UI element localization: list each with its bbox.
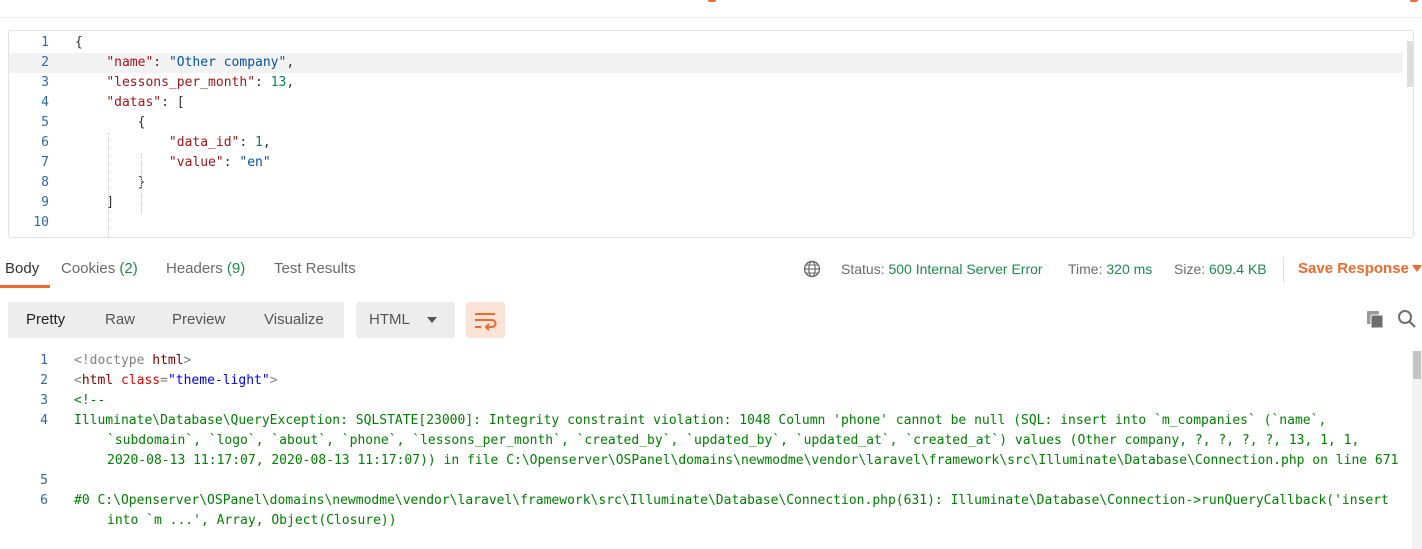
line-text: <!doctype html> [74, 353, 192, 368]
line-number: 9 [41, 195, 49, 210]
format-select-value: HTML [369, 311, 410, 328]
line-text: "lessons_per_month": 13, [106, 75, 295, 90]
request-line: 5 { [9, 113, 1403, 133]
line-number: 5 [41, 115, 49, 130]
tab-headers-label: Headers [166, 260, 223, 277]
line-text: "value": "en" [168, 155, 271, 170]
wrap-lines-icon [475, 313, 497, 331]
view-raw-button[interactable]: Raw [105, 302, 135, 338]
top-fragment-mark-right [1410, 0, 1418, 2]
editor-scrollbar[interactable] [1407, 41, 1413, 87]
request-line: 1{ [9, 33, 1403, 53]
view-visualize-button[interactable]: Visualize [264, 302, 324, 338]
response-scrollbar[interactable] [1412, 351, 1422, 549]
response-line: 6 #0 C:\Openserver\OSPanel\domains\newmod… [0, 491, 1410, 531]
line-number: 8 [41, 175, 49, 190]
tab-body[interactable]: Body [5, 250, 39, 288]
tab-cookies[interactable]: Cookies (2) [61, 250, 138, 288]
view-preview-button[interactable]: Preview [172, 302, 225, 338]
top-strip [0, 0, 1422, 18]
active-tab-indicator [0, 285, 50, 288]
request-line: 8 } [9, 173, 1403, 193]
line-text: "data_id": 1, [168, 135, 271, 150]
response-body-viewer[interactable]: 1 <!doctype html> 2 <html class="theme-ligh… [0, 351, 1410, 549]
tab-body-label: Body [5, 260, 40, 277]
line-number: 2 [40, 373, 48, 388]
tab-headers-count: (9) [226, 260, 246, 277]
line-number: 4 [41, 95, 49, 110]
line-text: { [75, 35, 83, 50]
response-line: 1 <!doctype html> [0, 351, 1410, 371]
chevron-down-icon [427, 317, 437, 323]
search-icon[interactable] [1397, 309, 1417, 329]
request-line: 10 [9, 213, 1403, 233]
line-number: 3 [41, 75, 49, 90]
globe-icon[interactable] [803, 260, 821, 278]
time-value: 320 ms [1106, 261, 1153, 277]
tab-headers[interactable]: Headers (9) [166, 250, 245, 288]
indent-guide [141, 153, 142, 213]
indent-guide [108, 133, 109, 237]
line-text: "name": "Other company", [106, 55, 295, 70]
tab-test-results-label: Test Results [274, 260, 356, 277]
view-pretty-button[interactable]: Pretty [26, 302, 65, 338]
line-number: 5 [40, 473, 48, 488]
line-number: 1 [41, 35, 49, 50]
line-number: 2 [41, 55, 49, 70]
request-code-lines: 1{2 "name": "Other company", 3 "lessons_p… [9, 33, 1403, 233]
top-fragment-mark [708, 0, 716, 2]
line-number: 6 [41, 135, 49, 150]
save-response-dropdown-icon[interactable] [1412, 265, 1422, 272]
request-line: 7 "value": "en" [9, 153, 1403, 173]
request-body-editor[interactable]: 1{2 "name": "Other company", 3 "lessons_p… [8, 30, 1414, 238]
copy-icon[interactable] [1365, 309, 1385, 329]
line-text: Illuminate\Database\QueryException: SQLS… [74, 413, 1399, 468]
request-line: 2 "name": "Other company", [9, 53, 1403, 73]
line-text: #0 C:\Openserver\OSPanel\domains\newmodm… [74, 493, 1397, 528]
response-line: 2 <html class="theme-light"> [0, 371, 1410, 391]
response-line: 4 Illuminate\Database\QueryException: SQL… [0, 411, 1410, 471]
time-indicator[interactable]: Time: 320 ms [1068, 258, 1152, 280]
format-select[interactable]: HTML [356, 302, 455, 338]
line-text: { [75, 115, 146, 130]
line-number: 6 [40, 493, 48, 508]
time-label: Time: [1068, 261, 1103, 277]
view-mode-selector: Pretty Raw Preview Visualize [8, 302, 344, 338]
status-indicator[interactable]: Status: 500 Internal Server Error [841, 258, 1043, 280]
request-line: 3 "lessons_per_month": 13, [9, 73, 1403, 93]
line-text: <!-- [74, 393, 106, 408]
tab-cookies-label: Cookies [61, 260, 116, 277]
line-number: 7 [41, 155, 49, 170]
divider [1283, 257, 1284, 283]
status-label: Status: [841, 261, 885, 277]
status-value: 500 Internal Server Error [888, 261, 1043, 277]
wrap-lines-button[interactable] [466, 302, 505, 338]
request-line: 9 ] [9, 193, 1403, 213]
request-line: 4 "datas": [ [9, 93, 1403, 113]
save-response-button[interactable]: Save Response [1298, 258, 1409, 280]
scrollbar-thumb[interactable] [1413, 351, 1421, 379]
line-text: } [75, 175, 146, 190]
line-number: 10 [33, 215, 49, 230]
tab-cookies-count: (2) [119, 260, 138, 277]
line-text: <html class="theme-light"> [74, 373, 278, 388]
response-line: 3 <!-- [0, 391, 1410, 411]
size-indicator[interactable]: Size: 609.4 KB [1174, 258, 1267, 280]
line-number: 3 [40, 393, 48, 408]
response-line: 5 [0, 471, 1410, 491]
line-text: "datas": [ [106, 95, 185, 110]
size-label: Size: [1174, 261, 1206, 277]
line-number: 1 [40, 353, 48, 368]
size-value: 609.4 KB [1209, 261, 1267, 277]
line-number: 4 [40, 413, 48, 428]
request-line: 6 "data_id": 1, [9, 133, 1403, 153]
tab-test-results[interactable]: Test Results [274, 250, 356, 288]
